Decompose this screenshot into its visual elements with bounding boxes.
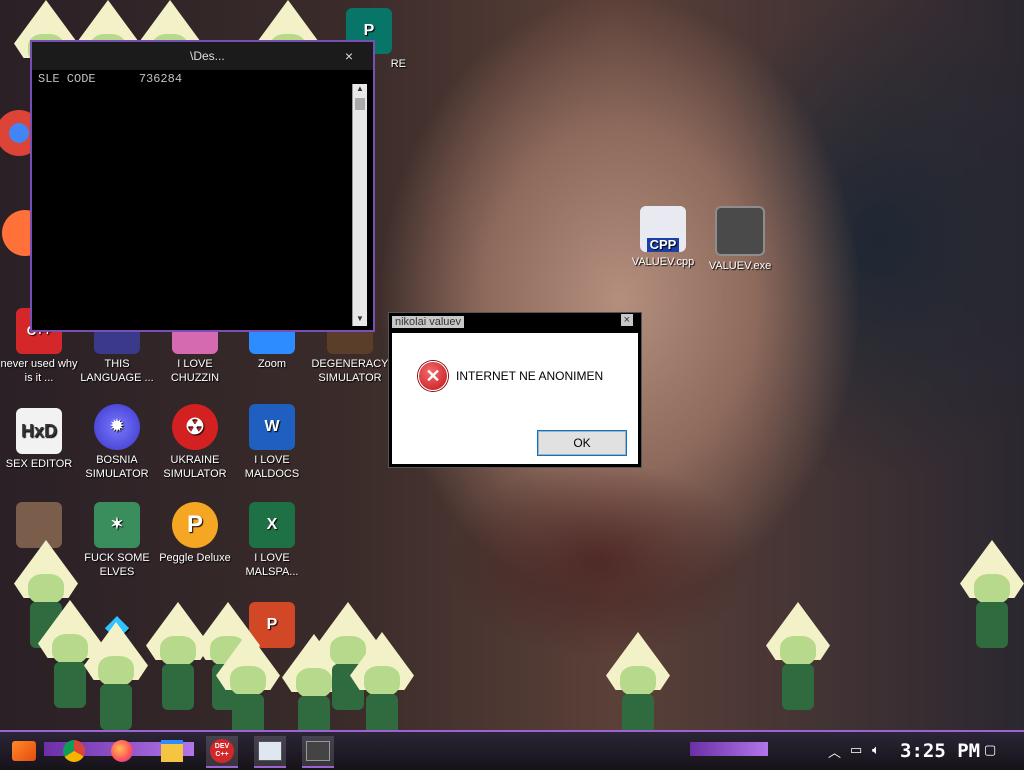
taskbar-devcpp[interactable]: DEV C++ (206, 736, 238, 768)
peridot-sprite (216, 632, 280, 742)
icon-peggle-deluxe[interactable]: P Peggle Deluxe (156, 502, 234, 565)
dialog-message: INTERNET NE ANONIMEN (456, 369, 604, 383)
scroll-up-icon[interactable]: ▲ (353, 84, 367, 96)
icon-valuev-cpp[interactable]: CPP VALUEV.cpp (624, 206, 702, 269)
start-icon (12, 741, 36, 761)
console-title: \Des... (190, 49, 225, 63)
mine-icon: ✹ (94, 404, 140, 450)
taskbar-app-window[interactable] (254, 736, 286, 768)
peridot-sprite (960, 540, 1024, 650)
icon-ukraine-simulator[interactable]: ☢ UKRAINE SIMULATOR (156, 404, 234, 481)
ok-button[interactable]: OK (537, 430, 627, 456)
console-scrollbar[interactable]: ▲ ▼ (352, 84, 367, 326)
icon-fuck-some-elves[interactable]: ✶ FUCK SOME ELVES (78, 502, 156, 579)
start-button[interactable] (8, 736, 40, 766)
devcpp-icon: DEV C++ (210, 739, 234, 763)
firefox-icon (111, 740, 133, 762)
exe-file-icon (715, 206, 765, 256)
dialog-close-button[interactable]: × (620, 314, 633, 326)
taskbar-file-explorer[interactable] (156, 736, 188, 766)
icon-degeneracy-simulator[interactable]: DEGENERACY SIMULATOR (311, 324, 389, 385)
folder-icon (161, 740, 183, 762)
radiation-icon: ☢ (172, 404, 218, 450)
window-icon (258, 741, 282, 761)
icon-maldocs[interactable]: W I LOVE MALDOCS (233, 404, 311, 481)
taskbar-accent (690, 742, 768, 756)
icon-this-language[interactable]: THIS LANGUAGE ... (78, 324, 156, 385)
scroll-thumb[interactable] (355, 98, 365, 110)
taskbar-console[interactable] (302, 736, 334, 768)
peggle-icon: P (172, 502, 218, 548)
elf-game-icon: ✶ (94, 502, 140, 548)
cpp-file-icon: CPP (640, 206, 686, 252)
taskbar: DEV C++ ︿ ▭ 🔈︎ 3:25 PM ▢ (0, 730, 1024, 770)
console-titlebar[interactable]: \Des... × (32, 42, 373, 70)
console-icon (306, 741, 330, 761)
taskbar-chrome[interactable] (58, 736, 90, 766)
taskbar-firefox[interactable] (106, 736, 138, 766)
icon-malspa[interactable]: X I LOVE MALSPA... (233, 502, 311, 579)
hxd-icon: HxD (16, 408, 62, 454)
icon-bosnia-simulator[interactable]: ✹ BOSNIA SIMULATOR (78, 404, 156, 481)
console-window[interactable]: \Des... × SLE CODE 736284 ▲ ▼ (30, 40, 375, 332)
console-close-button[interactable]: × (327, 45, 371, 67)
icon-chuzzin[interactable]: I LOVE CHUZZIN (156, 324, 234, 385)
peridot-sprite (84, 622, 148, 732)
icon-valuev-exe[interactable]: VALUEV.exe (701, 206, 779, 273)
dialog-titlebar[interactable]: nikolai valuev × (389, 313, 641, 331)
tray-chevron-icon[interactable]: ︿ (828, 742, 841, 761)
clock[interactable]: 3:25 PM (900, 740, 980, 762)
dialog-content: ✕ INTERNET NE ANONIMEN OK (392, 333, 638, 464)
scroll-down-icon[interactable]: ▼ (353, 314, 367, 326)
notification-icon[interactable]: ▢ (984, 742, 996, 758)
excel-icon: X (249, 502, 295, 548)
console-output: SLE CODE 736284 (38, 72, 183, 86)
word-icon: W (249, 404, 295, 450)
error-icon: ✕ (418, 361, 448, 391)
network-icon[interactable]: ▭ (850, 742, 862, 758)
peridot-sprite (766, 602, 830, 712)
chrome-icon (63, 740, 85, 762)
volume-icon[interactable]: 🔈︎ (872, 742, 880, 758)
dialog-title: nikolai valuev (392, 316, 465, 328)
peridot-sprite (350, 632, 414, 742)
message-dialog[interactable]: nikolai valuev × ✕ INTERNET NE ANONIMEN … (388, 312, 642, 468)
peridot-sprite (606, 632, 670, 742)
icon-sex-editor[interactable]: HxD SEX EDITOR (0, 408, 78, 471)
